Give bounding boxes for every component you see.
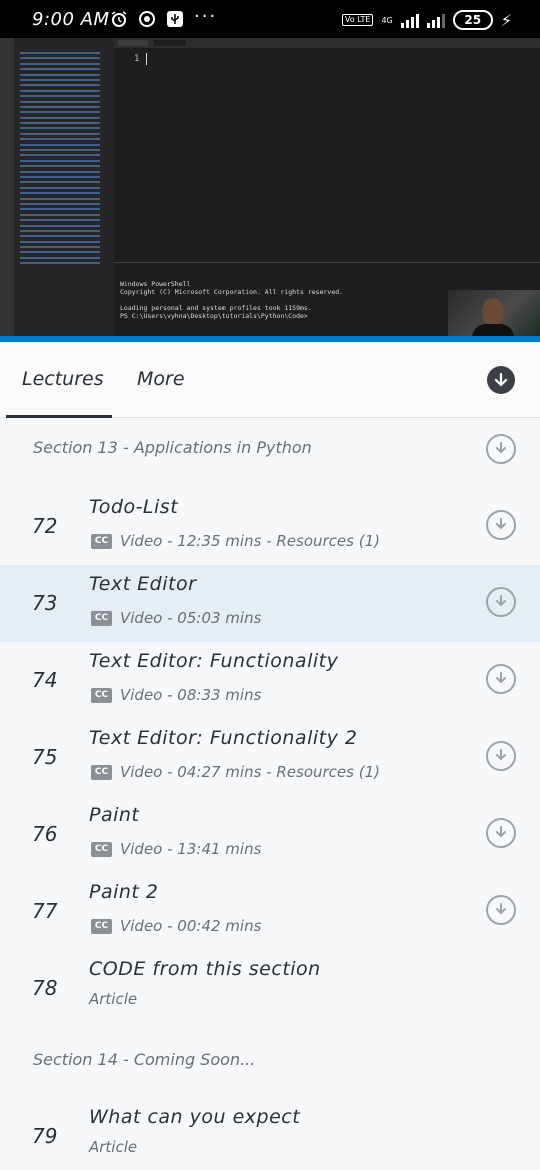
course-tabs: Lectures More xyxy=(0,342,540,418)
lecture-number: 78 xyxy=(32,976,58,1000)
lecture-download-icon[interactable] xyxy=(486,587,516,617)
cc-icon: CC xyxy=(91,687,112,703)
notification-icons xyxy=(110,10,184,28)
lecture-row[interactable]: 76 Paint CC Video - 13:41 mins xyxy=(0,796,540,873)
section-header: Section 14 - Coming Soon... xyxy=(0,1030,540,1092)
lecture-row[interactable]: 79 What can you expect Article xyxy=(0,1098,540,1170)
tab-lectures[interactable]: Lectures xyxy=(22,368,104,390)
battery-level: 25 xyxy=(464,13,482,27)
editor-tab xyxy=(118,40,148,46)
network-type: 4G xyxy=(381,15,393,25)
lecture-download-icon[interactable] xyxy=(486,741,516,771)
lecture-title: Text Editor: Functionality xyxy=(89,650,339,672)
section-title: Section 14 - Coming Soon... xyxy=(33,1050,256,1069)
lecture-details: Video - 13:41 mins xyxy=(120,840,262,858)
lecture-number: 75 xyxy=(32,745,58,769)
lecture-meta: CC Video - 12:35 mins - Resources (1) xyxy=(91,532,380,550)
lecture-number: 79 xyxy=(32,1124,58,1148)
explorer-file-list xyxy=(20,52,100,268)
editor-line-number: 1 xyxy=(134,54,140,64)
lecture-row[interactable]: 74 Text Editor: Functionality CC Video -… xyxy=(0,642,540,719)
lecture-details: Video - 08:33 mins xyxy=(120,686,262,704)
instructor-head xyxy=(482,298,504,326)
tab-more[interactable]: More xyxy=(137,368,185,390)
battery-icon: 25 xyxy=(452,10,493,30)
lecture-details: Video - 04:27 mins - Resources (1) xyxy=(120,763,380,781)
lecture-download-icon[interactable] xyxy=(486,510,516,540)
alarm-icon xyxy=(111,11,127,27)
lecture-title: Paint 2 xyxy=(89,881,159,903)
more-notifications-icon: ··· xyxy=(194,6,218,27)
lecture-row[interactable]: 77 Paint 2 CC Video - 00:42 mins xyxy=(0,873,540,950)
lecture-number: 74 xyxy=(32,668,58,692)
section-download-icon[interactable] xyxy=(486,434,516,464)
video-player[interactable]: 1 Windows PowerShell Copyright (C) Micros… xyxy=(0,38,540,342)
lecture-details: Video - 12:35 mins - Resources (1) xyxy=(120,532,380,550)
lecture-title: Todo-List xyxy=(89,496,179,518)
section-header: Section 13 - Applications in Python xyxy=(0,418,540,480)
lecture-number: 77 xyxy=(32,899,58,923)
cc-icon: CC xyxy=(91,918,112,934)
status-time: 9:00 AM xyxy=(32,9,110,30)
lecture-download-icon[interactable] xyxy=(486,664,516,694)
lecture-meta: CC Video - 08:33 mins xyxy=(91,686,261,704)
lecture-row-active[interactable]: 73 Text Editor CC Video - 05:03 mins xyxy=(0,565,540,642)
cc-icon: CC xyxy=(91,610,112,626)
terminal-output: Windows PowerShell Copyright (C) Microsof… xyxy=(120,280,344,320)
section-title: Section 13 - Applications in Python xyxy=(33,438,312,457)
editor-cursor xyxy=(146,53,147,65)
lecture-title: CODE from this section xyxy=(89,958,321,980)
signal-icon-1 xyxy=(400,12,419,28)
instructor-webcam xyxy=(448,290,540,342)
lecture-details: Video - 00:42 mins xyxy=(120,917,262,935)
cc-icon: CC xyxy=(91,841,112,857)
lecture-row[interactable]: 75 Text Editor: Functionality 2 CC Video… xyxy=(0,719,540,796)
volte-icon: Vo LTE xyxy=(341,14,374,26)
lecture-type: Article xyxy=(89,1138,138,1156)
editor-tab-active xyxy=(154,40,186,46)
cc-icon: CC xyxy=(91,764,112,780)
lecture-meta: CC Video - 13:41 mins xyxy=(91,840,261,858)
editor-tab-bar xyxy=(114,38,540,48)
signal-icon-2 xyxy=(426,12,445,28)
lecture-title: Text Editor: Functionality 2 xyxy=(89,727,358,749)
lecture-meta: CC Video - 05:03 mins xyxy=(91,609,261,627)
lecture-title: Text Editor xyxy=(89,573,197,595)
lecture-download-icon[interactable] xyxy=(486,818,516,848)
download-all-icon[interactable] xyxy=(487,366,515,394)
system-indicators: Vo LTE 4G 25 ⚡ xyxy=(341,10,512,30)
editor-file-explorer xyxy=(14,38,114,338)
lecture-download-icon[interactable] xyxy=(486,895,516,925)
charging-icon: ⚡ xyxy=(500,10,512,30)
lecture-title: What can you expect xyxy=(89,1106,301,1128)
lecture-title: Paint xyxy=(89,804,140,826)
target-app-icon xyxy=(139,11,155,27)
lecture-details: Video - 05:03 mins xyxy=(120,609,262,627)
lecture-row[interactable]: 78 CODE from this section Article xyxy=(0,950,540,1027)
lecture-number: 76 xyxy=(32,822,58,846)
lecture-number: 72 xyxy=(32,514,58,538)
editor-activity-bar xyxy=(0,38,14,338)
usb-icon xyxy=(167,11,183,27)
status-bar: 9:00 AM ··· Vo LTE 4G 25 ⚡ xyxy=(0,0,540,38)
lecture-number: 73 xyxy=(32,591,58,615)
cc-icon: CC xyxy=(91,533,112,549)
lecture-meta: CC Video - 04:27 mins - Resources (1) xyxy=(91,763,380,781)
lecture-meta: CC Video - 00:42 mins xyxy=(91,917,261,935)
lecture-row[interactable]: 72 Todo-List CC Video - 12:35 mins - Res… xyxy=(0,488,540,565)
lecture-type: Article xyxy=(89,990,138,1008)
